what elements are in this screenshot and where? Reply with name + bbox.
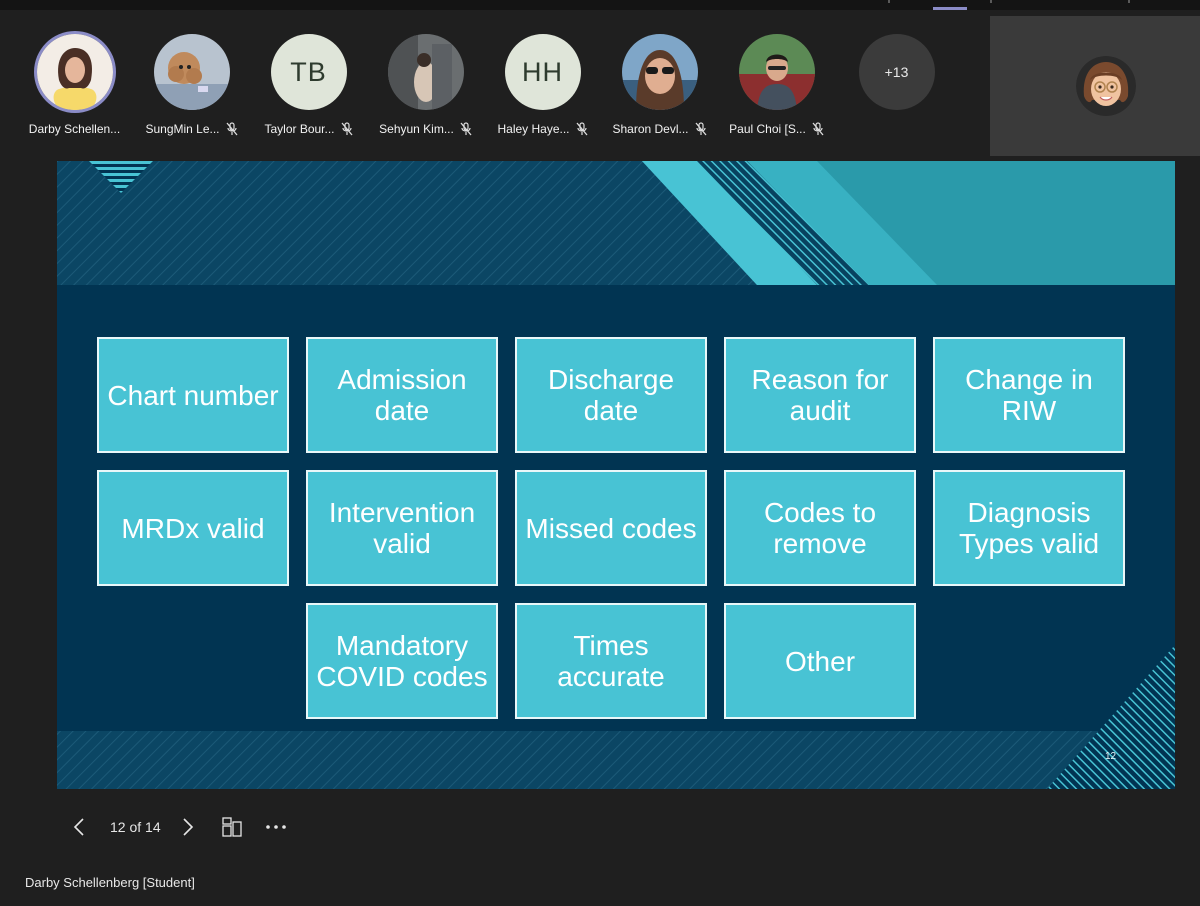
participant-tile[interactable]: Sharon Devl... — [601, 18, 718, 136]
chevron-right-icon[interactable] — [175, 812, 201, 842]
participant-name: Taylor Bour... — [264, 122, 335, 136]
tile-admission-date: Admission date — [306, 337, 498, 453]
slide-page-number: 12 — [1105, 751, 1117, 762]
more-participants-count: +13 — [858, 34, 935, 110]
tab-tick — [888, 0, 890, 3]
participant-initials: TB — [270, 34, 347, 110]
tile-mrdx-valid: MRDx valid — [97, 470, 289, 586]
participant-name: SungMin Le... — [145, 122, 220, 136]
dog-photo — [153, 34, 230, 110]
participant-avatar — [738, 34, 815, 110]
tile-reason-for-audit: Reason for audit — [724, 337, 916, 453]
top-strip — [0, 0, 1200, 10]
active-tab-indicator — [933, 7, 967, 10]
tab-tick — [990, 0, 992, 3]
participant-name: Sharon Devl... — [612, 122, 689, 136]
tab-tick — [1128, 0, 1130, 3]
participant-tile[interactable]: Paul Choi [S... — [718, 18, 835, 136]
participant-tile[interactable]: TB Taylor Bour... — [250, 18, 367, 136]
participant-name: Darby Schellen... — [28, 122, 121, 136]
tile-missed-codes: Missed codes — [515, 470, 707, 586]
mic-off-icon — [576, 122, 588, 136]
mic-off-icon — [341, 122, 353, 136]
participant-name: Haley Haye... — [497, 122, 570, 136]
participant-tile[interactable]: Sehyun Kim... — [367, 18, 484, 136]
tile-intervention-valid: Intervention valid — [306, 470, 498, 586]
tile-change-in-riw: Change in RIW — [933, 337, 1125, 453]
mic-off-icon — [695, 122, 707, 136]
participant-strip: Darby Schellen... SungMin Le... TB Taylo… — [0, 18, 985, 148]
tile-mandatory-covid-codes: Mandatory COVID codes — [306, 603, 498, 719]
participant-initials: HH — [504, 34, 581, 110]
mic-off-icon — [460, 122, 472, 136]
tile-discharge-date: Discharge date — [515, 337, 707, 453]
presenter-name: Darby Schellenberg [Student] — [25, 875, 195, 890]
tile-diagnosis-types-valid: Diagnosis Types valid — [933, 470, 1125, 586]
participant-avatar — [387, 34, 464, 110]
tile-chart-number: Chart number — [97, 337, 289, 453]
participant-name: Paul Choi [S... — [729, 122, 806, 136]
slide-grid-icon[interactable] — [219, 812, 245, 842]
more-participants-button[interactable]: +13 — [838, 18, 955, 110]
participant-avatar — [36, 34, 113, 110]
self-view[interactable] — [990, 16, 1200, 156]
mic-off-icon — [226, 122, 238, 136]
participant-tile[interactable]: SungMin Le... — [133, 18, 250, 136]
presentation-slide: Chart number Admission date Discharge da… — [57, 161, 1175, 789]
tile-times-accurate: Times accurate — [515, 603, 707, 719]
participant-avatar — [621, 34, 698, 110]
participant-tile[interactable]: HH Haley Haye... — [484, 18, 601, 136]
more-options-icon[interactable] — [263, 812, 289, 842]
memoji-avatar — [1076, 56, 1136, 116]
slide-controls: 12 of 14 — [66, 812, 289, 842]
participant-tile[interactable]: Darby Schellen... — [16, 18, 133, 136]
chevron-left-icon[interactable] — [66, 812, 92, 842]
tile-other: Other — [724, 603, 916, 719]
mic-off-icon — [812, 122, 824, 136]
tile-codes-to-remove: Codes to remove — [724, 470, 916, 586]
participant-name: Sehyun Kim... — [379, 122, 454, 136]
page-indicator: 12 of 14 — [110, 819, 161, 835]
